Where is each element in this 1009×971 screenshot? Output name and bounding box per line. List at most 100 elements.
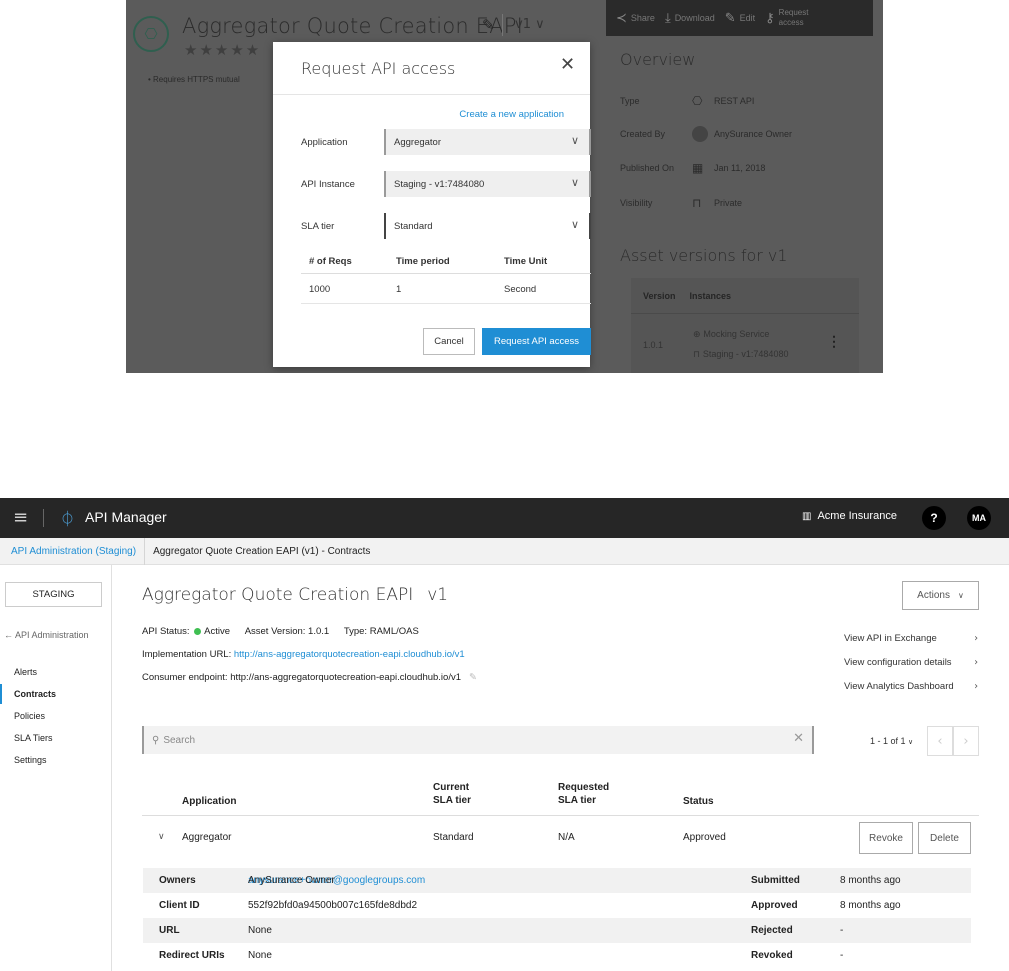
page-title: Aggregator Quote Creation EAPI v1	[142, 585, 449, 605]
search-input[interactable]: ⚲ Search ✕	[142, 726, 814, 754]
search-icon: ⚲	[152, 734, 160, 746]
actions-dropdown-button[interactable]: Actions ∨	[902, 581, 979, 610]
instance-mocking[interactable]: ⊕ Mocking Service	[693, 329, 769, 340]
version-selector[interactable]: v1 ∨	[502, 14, 545, 36]
globe-icon: ⊕	[693, 330, 704, 340]
status-value: Active	[204, 626, 231, 637]
calendar-icon: ▦	[692, 161, 704, 175]
column-current-sla[interactable]: Current SLA tier	[433, 781, 471, 807]
implementation-url-link[interactable]: http://ans-aggregatorquotecreation-eapi.…	[234, 649, 465, 660]
rating-stars[interactable]: ★★★★★	[184, 41, 261, 59]
next-page-button[interactable]: ›	[953, 726, 979, 756]
details-row-client-id: Client ID 552f92bfd0a94500b007c165fde8db…	[159, 900, 901, 911]
versions-heading: Asset versions for v1	[620, 246, 788, 265]
building-icon: ▥	[802, 510, 812, 522]
chevron-down-icon: ∨	[570, 176, 579, 189]
view-api-in-exchange-link[interactable]: View API in Exchange ›	[844, 633, 978, 644]
contract-requested-sla: N/A	[558, 832, 575, 843]
edit-button[interactable]: ✎ Edit	[725, 11, 755, 26]
view-analytics-dashboard-link[interactable]: View Analytics Dashboard ›	[844, 681, 978, 692]
revoke-button[interactable]: Revoke	[859, 822, 913, 854]
view-configuration-details-link[interactable]: View configuration details ›	[844, 657, 978, 668]
share-button[interactable]: ≺ Share	[616, 11, 655, 26]
sidebar-item-alerts[interactable]: Alerts	[0, 662, 111, 682]
download-button[interactable]: ⤓ Download	[665, 11, 715, 26]
application-select[interactable]: Aggregator ∨	[384, 129, 591, 155]
column-application[interactable]: Application	[182, 795, 236, 808]
chevron-down-icon: ∨	[570, 218, 579, 231]
sidebar-item-policies[interactable]: Policies	[0, 706, 111, 726]
cancel-button[interactable]: Cancel	[423, 328, 475, 355]
version-cell[interactable]: 1.0.1	[643, 340, 663, 350]
overview-visibility-row: Visibility ⊓ Private	[620, 196, 743, 210]
breadcrumb-parent-link[interactable]: API Administration (Staging)	[11, 546, 136, 557]
previous-page-button[interactable]: ‹	[927, 726, 953, 756]
column-requested-sla[interactable]: Requested SLA tier	[558, 781, 609, 807]
sidebar-item-settings[interactable]: Settings	[0, 750, 111, 770]
exchange-toolbar: ≺ Share ⤓ Download ✎ Edit ⚷ Request access	[606, 0, 873, 36]
create-application-link[interactable]: Create a new application	[459, 109, 564, 120]
delete-button[interactable]: Delete	[918, 822, 971, 854]
details-row-redirect-uris: Redirect URIs None Revoked -	[159, 950, 844, 961]
details-row-owners: Owners AnySurance Owner anysurance+owner…	[143, 868, 971, 893]
edit-icon: ✎	[724, 10, 736, 26]
api-type-icon: ⎔	[133, 16, 169, 52]
column-status[interactable]: Status	[683, 795, 714, 808]
application-label: Application	[301, 137, 348, 148]
details-row-url: URL None Rejected -	[143, 918, 971, 943]
user-avatar[interactable]: MA	[967, 506, 991, 530]
chevron-right-icon: ›	[974, 681, 978, 692]
more-options-icon[interactable]: ⋮	[827, 333, 841, 350]
pagination-dropdown[interactable]: 1 - 1 of 1 ∨	[870, 736, 913, 746]
asset-version: Asset Version: 1.0.1	[244, 626, 330, 637]
overview-panel: Overview Type ⎔ REST API Created By AnySura…	[620, 50, 870, 265]
api-instance-select[interactable]: Staging - v1:7484080 ∨	[384, 171, 591, 197]
help-button[interactable]: ?	[922, 506, 946, 530]
modal-title: Request API access	[301, 58, 456, 78]
breadcrumb-current: Aggregator Quote Creation EAPI (v1) - Co…	[153, 545, 371, 557]
edit-pencil-icon[interactable]: ✎	[469, 672, 477, 683]
overview-type-row: Type ⎔ REST API	[620, 94, 755, 108]
request-access-button[interactable]: ⚷ Request access	[765, 8, 819, 28]
overview-created-row: Created By AnySurance Owner	[620, 126, 792, 142]
environment-badge[interactable]: STAGING	[5, 582, 102, 607]
share-icon: ≺	[616, 10, 627, 26]
sidebar-item-contracts[interactable]: Contracts	[0, 684, 111, 704]
contract-status: Approved	[683, 832, 726, 843]
table-header-divider	[142, 815, 979, 816]
modal-header: Request API access ✕	[273, 42, 590, 95]
contract-application: Aggregator	[182, 832, 232, 843]
topbar-divider	[43, 509, 44, 527]
organization-switcher[interactable]: ▥ Acme Insurance	[802, 510, 897, 522]
breadcrumb-divider	[144, 537, 146, 565]
close-icon[interactable]: ✕	[560, 54, 590, 80]
chevron-down-icon: ∨	[957, 591, 964, 600]
sidebar-item-sla-tiers[interactable]: SLA Tiers	[0, 728, 111, 748]
breadcrumb: API Administration (Staging) Aggregator …	[0, 537, 1009, 565]
api-version: v1	[427, 585, 449, 605]
versions-table: Version Instances 1.0.1 ⊕ Mocking Service…	[631, 278, 859, 373]
collapse-row-icon[interactable]: ∨	[158, 832, 165, 842]
chevron-right-icon: ›	[974, 633, 978, 644]
consumer-endpoint-line: Consumer endpoint: http://ans-aggregator…	[142, 672, 477, 683]
exchange-api-title: Aggregator Quote Creation EAPI	[182, 14, 524, 38]
status-active-dot	[194, 627, 202, 635]
sla-limits-header: # of Reqs Time period Time Unit	[301, 250, 591, 274]
app-title: API Manager	[85, 509, 167, 525]
top-navigation-bar: ≡ ⏀ API Manager ▥ Acme Insurance ? MA	[0, 498, 1009, 538]
sla-tier-label: SLA tier	[301, 221, 335, 232]
api-icon: ⎔	[692, 94, 703, 108]
exchange-screenshot: ⎔ Aggregator Quote Creation EAPI ✎ v1 ∨ …	[126, 0, 883, 373]
implementation-url-line: Implementation URL: http://ans-aggregato…	[142, 649, 465, 660]
lock-icon: ⊓	[693, 350, 703, 360]
clear-search-icon[interactable]: ✕	[793, 731, 804, 746]
back-to-api-administration-link[interactable]: ← API Administration	[4, 630, 89, 640]
hamburger-menu-icon[interactable]: ≡	[13, 507, 28, 528]
search-placeholder: Search	[163, 734, 196, 746]
consumer-endpoint-value: http://ans-aggregatorquotecreation-eapi.…	[230, 672, 462, 683]
request-api-access-button[interactable]: Request API access	[482, 328, 591, 355]
instance-staging[interactable]: ⊓ Staging - v1:7484080	[693, 349, 788, 360]
edit-pencil-icon[interactable]: ✎	[482, 16, 495, 34]
sla-tier-select[interactable]: Standard ∨	[384, 213, 591, 239]
lock-icon: ⊓	[692, 196, 702, 210]
